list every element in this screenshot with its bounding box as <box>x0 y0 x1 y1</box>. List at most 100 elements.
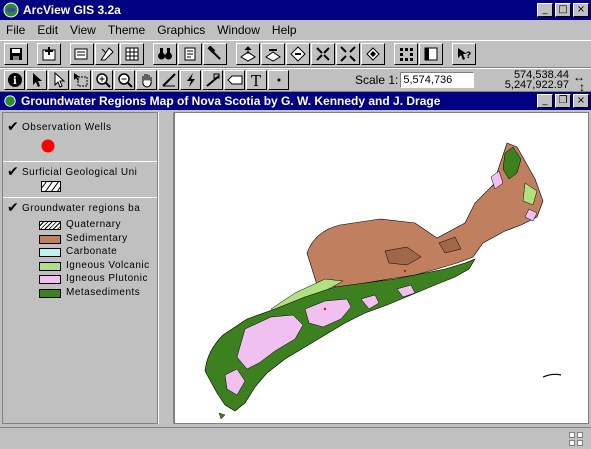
minimize-button[interactable]: _ <box>537 3 553 17</box>
zoom-in-tool[interactable] <box>92 70 113 90</box>
legend-editor-icon <box>100 47 114 61</box>
locate-icon <box>184 47 196 61</box>
zoom-full-extent-icon <box>240 46 256 62</box>
legend-swatch[interactable] <box>39 221 61 230</box>
map-display[interactable] <box>174 112 589 424</box>
label-tool[interactable] <box>224 70 245 90</box>
svg-text:T: T <box>251 72 261 88</box>
theme-divider <box>3 161 157 162</box>
theme-visibility-check[interactable]: ✔ <box>7 164 19 180</box>
zoom-in-button[interactable] <box>311 43 335 65</box>
well-point-symbol <box>41 139 55 153</box>
menu-window[interactable]: Window <box>217 23 260 37</box>
view-window: Groundwater Regions Map of Nova Scotia b… <box>0 92 591 427</box>
properties-icon <box>74 48 88 60</box>
theme-name: Surficial Geological Uni <box>22 167 138 178</box>
zoom-full-extent-button[interactable] <box>236 43 260 65</box>
menu-graphics[interactable]: Graphics <box>157 23 205 37</box>
theme-visibility-check[interactable]: ✔ <box>7 200 19 216</box>
maximize-button[interactable]: □ <box>555 3 571 17</box>
zoom-out-button[interactable] <box>336 43 360 65</box>
hammer-icon <box>207 46 221 60</box>
theme-visibility-check[interactable]: ✔ <box>7 119 19 135</box>
app-title: ArcView GIS 3.2a <box>23 3 121 17</box>
text-t-icon: T <box>251 72 261 88</box>
zoom-previous-icon <box>366 47 380 61</box>
menu-edit[interactable]: Edit <box>37 23 58 37</box>
select-features-button[interactable] <box>394 43 418 65</box>
legend-label: Igneous Volcanic <box>66 259 150 271</box>
zoom-out-arrows-icon <box>340 46 356 62</box>
legend-label: Igneous Plutonic <box>66 273 148 284</box>
pointer-arrow-icon <box>32 73 42 87</box>
observation-well-point <box>323 307 327 311</box>
zoom-active-themes-button[interactable] <box>261 43 285 65</box>
query-builder-button[interactable] <box>203 43 227 65</box>
legend-swatch[interactable] <box>39 248 61 257</box>
legend-swatch[interactable] <box>39 288 61 298</box>
hotlink-tool[interactable] <box>180 70 201 90</box>
theme-divider <box>3 197 157 198</box>
zoom-out-tool[interactable] <box>114 70 135 90</box>
table-of-contents: ✔ Observation Wells ✔ Surficial Geologic… <box>2 112 158 424</box>
select-grid-icon <box>400 48 413 61</box>
scale-control: Scale 1: 5,574,736 <box>355 72 475 88</box>
legend-swatch[interactable] <box>39 261 61 271</box>
view-titlebar: Groundwater Regions Map of Nova Scotia b… <box>0 92 591 110</box>
theme-name: Groundwater regions ba <box>22 203 141 214</box>
select-feature-tool[interactable] <box>70 70 91 90</box>
hatch-fill-symbol <box>41 181 61 192</box>
add-theme-button[interactable] <box>37 43 61 65</box>
view-restore-button[interactable]: ❐ <box>555 94 571 108</box>
edit-legend-button[interactable] <box>95 43 119 65</box>
scale-label: Scale 1: <box>355 73 399 87</box>
area-of-interest-tool[interactable] <box>202 70 223 90</box>
svg-text:i: i <box>13 76 17 87</box>
view-minimize-button[interactable]: _ <box>537 94 553 108</box>
text-tool[interactable]: T <box>246 70 267 90</box>
open-table-button[interactable] <box>120 43 144 65</box>
table-icon <box>125 47 139 61</box>
scale-input[interactable]: 5,574,736 <box>400 72 475 88</box>
menu-theme[interactable]: Theme <box>108 23 145 37</box>
binoculars-icon <box>158 48 172 60</box>
button-bar: ? <box>0 40 591 68</box>
close-button[interactable]: × <box>573 3 589 17</box>
menu-view[interactable]: View <box>70 23 96 37</box>
floppy-icon <box>10 48 22 60</box>
vertex-edit-icon <box>54 72 65 88</box>
draw-point-tool[interactable] <box>268 70 289 90</box>
view-icon <box>4 95 16 107</box>
status-bar <box>0 427 591 449</box>
measure-icon <box>161 73 176 87</box>
pointer-tool[interactable] <box>26 70 47 90</box>
menu-file[interactable]: File <box>6 23 25 37</box>
theme-surficial-geology[interactable]: ✔ Surficial Geological Uni <box>3 164 157 196</box>
vertex-edit-tool[interactable] <box>48 70 69 90</box>
measure-tool[interactable] <box>158 70 179 90</box>
help-arrow-icon: ? <box>458 48 471 61</box>
toc-splitter[interactable] <box>158 112 174 424</box>
clear-selection-button[interactable] <box>419 43 443 65</box>
view-close-button[interactable]: × <box>573 94 589 108</box>
area-icon <box>205 73 220 87</box>
lightning-icon <box>186 73 195 87</box>
menu-help[interactable]: Help <box>272 23 297 37</box>
select-feature-icon <box>73 73 87 87</box>
legend-swatch[interactable] <box>39 234 61 244</box>
zoom-previous-button[interactable] <box>361 43 385 65</box>
help-button[interactable]: ? <box>452 43 476 65</box>
resize-grip-icon[interactable] <box>569 432 583 446</box>
save-button[interactable] <box>4 43 28 65</box>
pan-tool[interactable] <box>136 70 157 90</box>
find-button[interactable] <box>153 43 177 65</box>
zoom-selected-button[interactable] <box>286 43 310 65</box>
identify-tool[interactable]: i <box>4 70 25 90</box>
app-titlebar: ArcView GIS 3.2a _ □ × <box>0 0 591 20</box>
legend-swatch[interactable] <box>39 275 61 284</box>
magnifier-plus-icon <box>95 73 111 88</box>
locate-address-button[interactable] <box>178 43 202 65</box>
theme-properties-button[interactable] <box>70 43 94 65</box>
theme-observation-wells[interactable]: ✔ Observation Wells <box>3 119 157 163</box>
point-dot-icon <box>277 78 280 82</box>
